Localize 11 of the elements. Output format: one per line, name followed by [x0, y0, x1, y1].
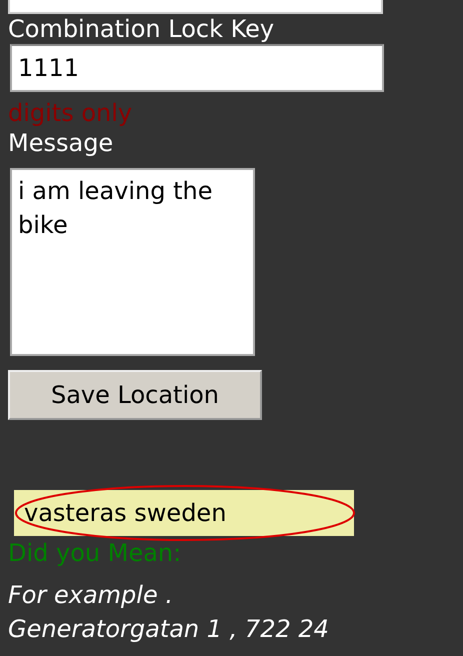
location-field[interactable]: vasteras sweden	[14, 490, 354, 536]
message-field[interactable]: i am leaving the bike	[10, 168, 255, 356]
example-text: For example .	[8, 580, 174, 611]
input-field[interactable]: 1111	[10, 44, 384, 92]
field-label: Combination Lock Key	[8, 14, 276, 44]
example-text: Generatorgatan 1 , 722 24	[8, 614, 330, 645]
field-label: Message	[8, 128, 114, 158]
input-field[interactable]	[8, 0, 383, 14]
validation-hint: digits only	[8, 98, 134, 128]
save-button[interactable]: Save Location	[8, 370, 262, 420]
suggestion-label: Did you Mean:	[8, 538, 182, 568]
